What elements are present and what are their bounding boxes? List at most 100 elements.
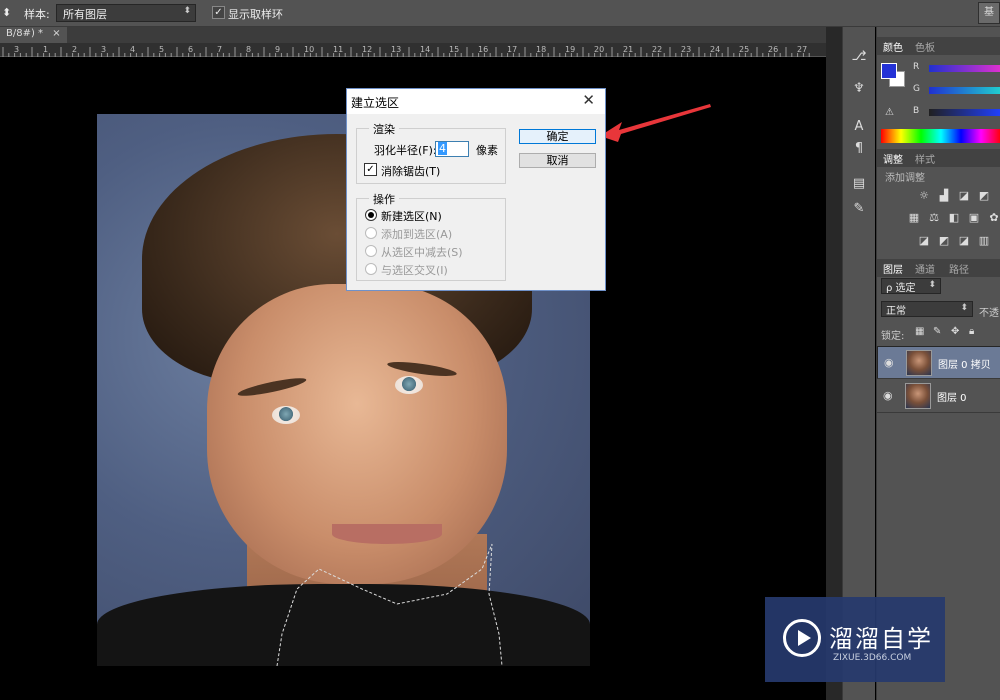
ruler-tick-label: 8 (246, 45, 251, 54)
ruler-tick-label: 17 (507, 45, 517, 54)
ruler-tick-label: 14 (420, 45, 430, 54)
layer-row[interactable]: ◉ 图层 0 (877, 380, 1000, 413)
channel-r-slider[interactable] (929, 65, 1000, 72)
ruler-tick-label: 16 (478, 45, 488, 54)
vibrance-icon[interactable]: ▦ (907, 212, 921, 224)
threshold-icon[interactable]: ◪ (957, 235, 971, 247)
layer-name: 图层 0 (937, 393, 967, 404)
blend-mode-select[interactable]: 正常 ⬍ (881, 301, 973, 317)
ruler-tick-label: 13 (391, 45, 401, 54)
layers-panel-tabs: 图层 通道 路径 (877, 259, 1000, 277)
radio-add-to-selection[interactable] (365, 227, 377, 239)
ruler-tick-label: 27 (797, 45, 807, 54)
antialias-checkbox[interactable]: ✓ (364, 163, 377, 176)
add-adjustment-label: 添加调整 (885, 173, 925, 184)
horizontal-ruler: 3 1 2 3 4 5 6 7 8 9 10 11 12 13 14 15 16 17 18 19 20 21 22 23 24… (0, 43, 826, 57)
channel-b-slider[interactable] (929, 109, 1000, 116)
invert-icon[interactable]: ◪ (917, 235, 931, 247)
tool-preset-arrow-icon[interactable]: ⬍ (2, 6, 11, 19)
color-spectrum[interactable] (881, 129, 1000, 143)
ruler-tick-label: 10 (304, 45, 314, 54)
history-icon[interactable]: ⎇ (849, 47, 869, 67)
ruler-tick-label: 23 (681, 45, 691, 54)
tab-paths[interactable]: 路径 (949, 261, 969, 276)
ruler-tick-label: 7 (217, 45, 222, 54)
ruler-tick-label: 25 (739, 45, 749, 54)
ruler-tick-label: 15 (449, 45, 459, 54)
ruler-tick-label: 22 (652, 45, 662, 54)
channel-r-label: R (913, 62, 920, 72)
radio-subtract-from-selection-label: 从选区中减去(S) (381, 246, 463, 259)
lock-pixels-icon[interactable]: ▦ (915, 326, 924, 337)
visibility-eye-icon[interactable]: ◉ (884, 356, 894, 369)
document-tab[interactable]: B/8#) * × (0, 27, 67, 43)
radio-intersect-selection[interactable] (365, 263, 377, 275)
antialias-label: 消除锯齿(T) (381, 165, 441, 178)
paragraph-icon[interactable]: ¶ (849, 139, 869, 159)
radio-intersect-selection-label: 与选区交叉(I) (381, 264, 448, 277)
ok-button[interactable]: 确定 (519, 129, 596, 144)
notes-icon[interactable]: ✎ (849, 199, 869, 219)
feather-value: 4 (438, 142, 447, 155)
brush-presets-icon[interactable]: ♆ (849, 79, 869, 99)
opacity-label: 不透 (979, 308, 999, 319)
make-selection-dialog: 建立选区 ✕ 渲染 羽化半径(F): 4 像素 ✓ 消除锯齿(T) 操作 新建选… (346, 88, 606, 291)
levels-icon[interactable]: ▟ (937, 190, 951, 202)
bw-icon[interactable]: ◧ (947, 212, 961, 224)
warning-icon: ⚠ (885, 107, 894, 118)
radio-new-selection-label: 新建选区(N) (381, 210, 442, 223)
channel-mixer-icon[interactable]: ✿ (987, 212, 1000, 224)
tab-swatches[interactable]: 色板 (915, 39, 935, 54)
ruler-tick-label: 4 (130, 45, 135, 54)
workspace-button[interactable]: 基 (978, 2, 1000, 24)
sample-select[interactable]: 所有图层 ⬍ (56, 4, 196, 22)
layer-name: 图层 0 拷贝 (938, 360, 991, 371)
gradient-map-icon[interactable]: ▥ (977, 235, 991, 247)
brightness-icon[interactable]: ☼ (917, 190, 931, 202)
dialog-titlebar[interactable]: 建立选区 ✕ (347, 89, 605, 114)
ruler-tick-label: 6 (188, 45, 193, 54)
ruler-tick-label: 21 (623, 45, 633, 54)
tab-styles[interactable]: 样式 (915, 151, 935, 166)
ruler-tick-label: 12 (362, 45, 372, 54)
layer-thumbnail (906, 350, 932, 376)
lock-label: 锁定: (881, 331, 905, 342)
tab-adjustments[interactable]: 调整 (883, 151, 903, 166)
ruler-tick-label: 18 (536, 45, 546, 54)
cancel-button[interactable]: 取消 (519, 153, 596, 168)
radio-subtract-from-selection[interactable] (365, 245, 377, 257)
lock-all-icon[interactable]: 🔒︎ (969, 326, 974, 337)
layer-filter-select[interactable]: ρ 选定 ⬍ (881, 278, 941, 294)
info-icon[interactable]: ▤ (849, 174, 869, 194)
layer-row[interactable]: ◉ 图层 0 拷贝 (877, 346, 1000, 379)
ruler-tick-label: 20 (594, 45, 604, 54)
ruler-tick-label: 19 (565, 45, 575, 54)
posterize-icon[interactable]: ◩ (937, 235, 951, 247)
ruler-tick-label: 5 (159, 45, 164, 54)
lock-position-icon[interactable]: ✥ (951, 326, 959, 337)
channel-g-slider[interactable] (929, 87, 1000, 94)
ruler-tick-label: 3 (14, 45, 19, 54)
tab-color[interactable]: 颜色 (883, 39, 903, 54)
feather-unit: 像素 (476, 144, 498, 157)
watermark: 溜溜自学 ZIXUE.3D66.COM (765, 597, 945, 682)
close-icon[interactable]: × (52, 28, 60, 39)
photo-filter-icon[interactable]: ▣ (967, 212, 981, 224)
channel-g-label: G (913, 84, 920, 94)
foreground-color-swatch[interactable] (881, 63, 897, 79)
character-icon[interactable]: A (849, 117, 869, 137)
color-panel-tabs: 颜色 色板 (877, 37, 1000, 55)
visibility-eye-icon[interactable]: ◉ (883, 389, 893, 402)
show-ring-checkbox[interactable]: ✓ (212, 6, 225, 19)
radio-new-selection[interactable] (365, 209, 377, 221)
tab-layers[interactable]: 图层 (883, 261, 903, 276)
render-group-label: 渲染 (369, 121, 399, 137)
chevron-down-icon: ⬍ (928, 280, 936, 290)
curves-icon[interactable]: ◪ (957, 190, 971, 202)
tab-channels[interactable]: 通道 (915, 261, 935, 276)
lock-brush-icon[interactable]: ✎ (933, 326, 941, 337)
balance-icon[interactable]: ⚖ (927, 212, 941, 224)
close-icon[interactable]: ✕ (582, 91, 595, 109)
exposure-icon[interactable]: ◩ (977, 190, 991, 202)
feather-input[interactable]: 4 (435, 141, 469, 157)
